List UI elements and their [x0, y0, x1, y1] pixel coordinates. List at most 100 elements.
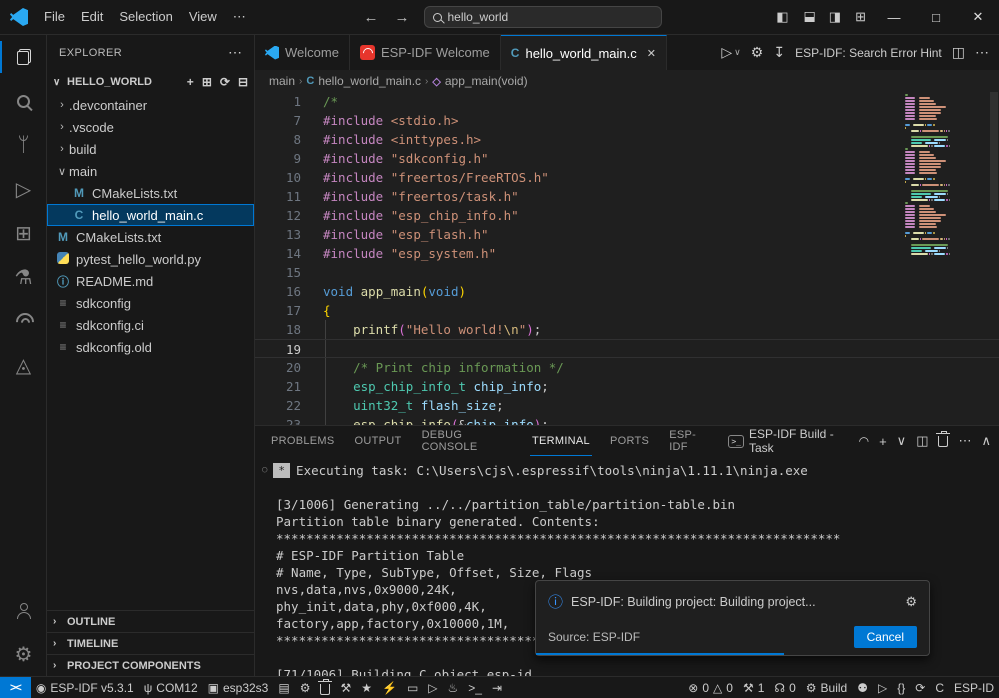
command-center-search[interactable]: hello_world — [424, 6, 662, 28]
status-play-status[interactable]: ▷ — [873, 677, 892, 698]
code-line-22[interactable]: 22 uint32_t flash_size; — [255, 396, 999, 415]
code-line-11[interactable]: 11#include "freertos/task.h" — [255, 187, 999, 206]
back-button[interactable]: ← — [356, 7, 387, 28]
status-esp-idf-version[interactable]: ◉ESP-IDF v5.3.1 — [31, 677, 139, 698]
menu-edit[interactable]: Edit — [73, 5, 111, 28]
status-flash-device[interactable]: ⚡ — [377, 677, 402, 698]
code-line-9[interactable]: 9#include "sdkconfig.h" — [255, 149, 999, 168]
tree-item-cmakelists-txt[interactable]: MCMakeLists.txt — [47, 226, 254, 248]
split-editor-button[interactable]: ◫ — [952, 44, 965, 61]
toggle-secondary-sidebar-icon[interactable]: ◨ — [822, 6, 848, 27]
code-line-17[interactable]: 17{ — [255, 301, 999, 320]
new-terminal-button[interactable]: + — [879, 434, 887, 449]
status-build-tools[interactable]: ⚒ — [335, 677, 356, 698]
editor-scrollbar[interactable] — [990, 92, 998, 210]
status-monitor-device[interactable]: ▭ — [402, 677, 423, 698]
panel-tab-output[interactable]: OUTPUT — [353, 426, 404, 456]
maximize-button[interactable]: □ — [915, 0, 957, 34]
tree-item-hello-world-main-c[interactable]: Chello_world_main.c — [47, 204, 254, 226]
menu-view[interactable]: View — [181, 5, 225, 28]
collapse-all-icon[interactable]: ⊟ — [238, 75, 248, 89]
panel-tab-terminal[interactable]: TERMINAL — [530, 426, 592, 456]
code-line-10[interactable]: 10#include "freertos/FreeRTOS.h" — [255, 168, 999, 187]
code-line-13[interactable]: 13#include "esp_flash.h" — [255, 225, 999, 244]
terminal-task-selector[interactable]: >_ ESP-IDF Build - Task ◠ — [728, 427, 869, 455]
menu-file[interactable]: File — [36, 5, 73, 28]
breadcrumb-main[interactable]: main — [269, 74, 295, 88]
code-line-16[interactable]: 16void app_main(void) — [255, 282, 999, 301]
tree-item-pytest-hello-world-py[interactable]: pytest_hello_world.py — [47, 248, 254, 270]
tree-item-build[interactable]: ›build — [47, 138, 254, 160]
tree-item-vscode[interactable]: ›.vscode — [47, 116, 254, 138]
panel-tab-esp-idf[interactable]: ESP-IDF — [667, 426, 712, 456]
notification-settings-icon[interactable]: ⚙ — [905, 594, 917, 610]
minimize-button[interactable]: — — [873, 0, 915, 34]
status-language-mode[interactable]: C — [930, 677, 949, 698]
esp-idf-settings-button[interactable]: ⚙ — [751, 44, 764, 61]
code-line-18[interactable]: 18 printf("Hello world!\n"); — [255, 320, 999, 339]
status-serial-port[interactable]: ψCOM12 — [139, 677, 203, 698]
status-problems[interactable]: ⊗0△0 — [683, 677, 738, 698]
more-actions-button[interactable]: ⋯ — [958, 433, 971, 449]
status-device-target[interactable]: ▣esp32s3 — [203, 677, 274, 698]
status-build-status[interactable]: ⚙Build — [801, 677, 852, 698]
status-flash-method[interactable]: ▤ — [273, 677, 294, 698]
close-icon[interactable]: ✕ — [647, 47, 656, 60]
activity-espressif[interactable] — [0, 299, 47, 343]
menu-[interactable]: ⋯ — [225, 5, 254, 28]
panel-tab-problems[interactable]: PROBLEMS — [269, 426, 337, 456]
split-terminal-button[interactable]: ◫ — [916, 433, 928, 449]
activity-manage-settings[interactable]: ⚙ — [0, 632, 47, 676]
activity-testing[interactable]: ⚗ — [0, 255, 47, 299]
install-download-button[interactable]: ↧ — [773, 44, 785, 61]
breadcrumb-hello-world-main-c[interactable]: Chello_world_main.c — [306, 74, 421, 88]
code-line-20[interactable]: 20 /* Print chip information */ — [255, 358, 999, 377]
status-sync-indicator[interactable]: ⟳ — [910, 677, 930, 698]
activity-run-and-debug[interactable]: ▷ — [0, 167, 47, 211]
activity-extensions[interactable]: ⊞ — [0, 211, 47, 255]
tree-item-sdkconfig[interactable]: ≡sdkconfig — [47, 292, 254, 314]
status-full-clean[interactable] — [315, 677, 335, 698]
tree-item-sdkconfig-ci[interactable]: ≡sdkconfig.ci — [47, 314, 254, 336]
run-or-debug-button[interactable]: ▷∨ — [721, 44, 740, 61]
new-folder-icon[interactable]: ⊞ — [202, 75, 212, 89]
kill-terminal-button[interactable] — [938, 433, 948, 450]
code-line-23[interactable]: 23 esp_chip_info(&chip_info); — [255, 415, 999, 425]
terminal-dropdown-button[interactable]: ∨ — [897, 433, 907, 449]
status-braces-indicator[interactable]: {} — [892, 677, 910, 698]
section-timeline[interactable]: ›TIMELINE — [47, 632, 254, 654]
breadcrumb-app-main-void[interactable]: ◇app_main(void) — [432, 74, 527, 88]
status-sdk-configuration[interactable]: ⚙ — [295, 677, 316, 698]
panel-tab-ports[interactable]: PORTS — [608, 426, 651, 456]
code-editor[interactable]: 1/*7#include <stdio.h>8#include <inttype… — [255, 92, 999, 425]
status-remote-indicator[interactable]: >< — [0, 677, 31, 698]
tab-esp-idf-welcome[interactable]: ESP-IDF Welcome — [350, 35, 501, 70]
toggle-panel-icon[interactable]: ◧ — [798, 4, 820, 30]
tree-item-main[interactable]: ∨main — [47, 160, 254, 182]
section-outline[interactable]: ›OUTLINE — [47, 610, 254, 632]
activity-esp-idf-explorer[interactable]: ◬ — [0, 343, 47, 387]
status-open-idf-terminal[interactable]: ⇥ — [487, 677, 507, 698]
tree-item-devcontainer[interactable]: ›.devcontainer — [47, 94, 254, 116]
activity-search[interactable] — [0, 79, 47, 123]
menu-selection[interactable]: Selection — [111, 5, 180, 28]
status-debug[interactable]: ▷ — [423, 677, 442, 698]
code-line-7[interactable]: 7#include <stdio.h> — [255, 111, 999, 130]
panel-tab-debug-console[interactable]: DEBUG CONSOLE — [420, 426, 514, 456]
customize-layout-icon[interactable]: ⊞ — [848, 6, 873, 27]
collapse-panel-button[interactable]: ∧ — [981, 433, 991, 449]
code-line-8[interactable]: 8#include <inttypes.h> — [255, 130, 999, 149]
tab-welcome[interactable]: Welcome — [255, 35, 350, 70]
status-esp-idf-status[interactable]: ESP-ID — [949, 677, 999, 698]
status-bug-status[interactable]: ⚉ — [852, 677, 873, 698]
close-button[interactable]: ✕ — [957, 0, 999, 34]
workspace-section-header[interactable]: ∨ HELLO_WORLD +⊞⟳⊟ — [47, 70, 254, 94]
search-error-hint-button[interactable]: ESP-IDF: Search Error Hint — [795, 46, 942, 60]
tree-item-cmakelists-txt[interactable]: MCMakeLists.txt — [47, 182, 254, 204]
minimap[interactable] — [905, 94, 987, 256]
tree-item-readme-md[interactable]: ⓘREADME.md — [47, 270, 254, 292]
explorer-more-actions[interactable]: ⋯ — [228, 44, 242, 61]
status-tools-count[interactable]: ⚒1 — [738, 677, 769, 698]
new-file-icon[interactable]: + — [187, 75, 194, 89]
status-terminal[interactable]: >_ — [463, 677, 487, 698]
